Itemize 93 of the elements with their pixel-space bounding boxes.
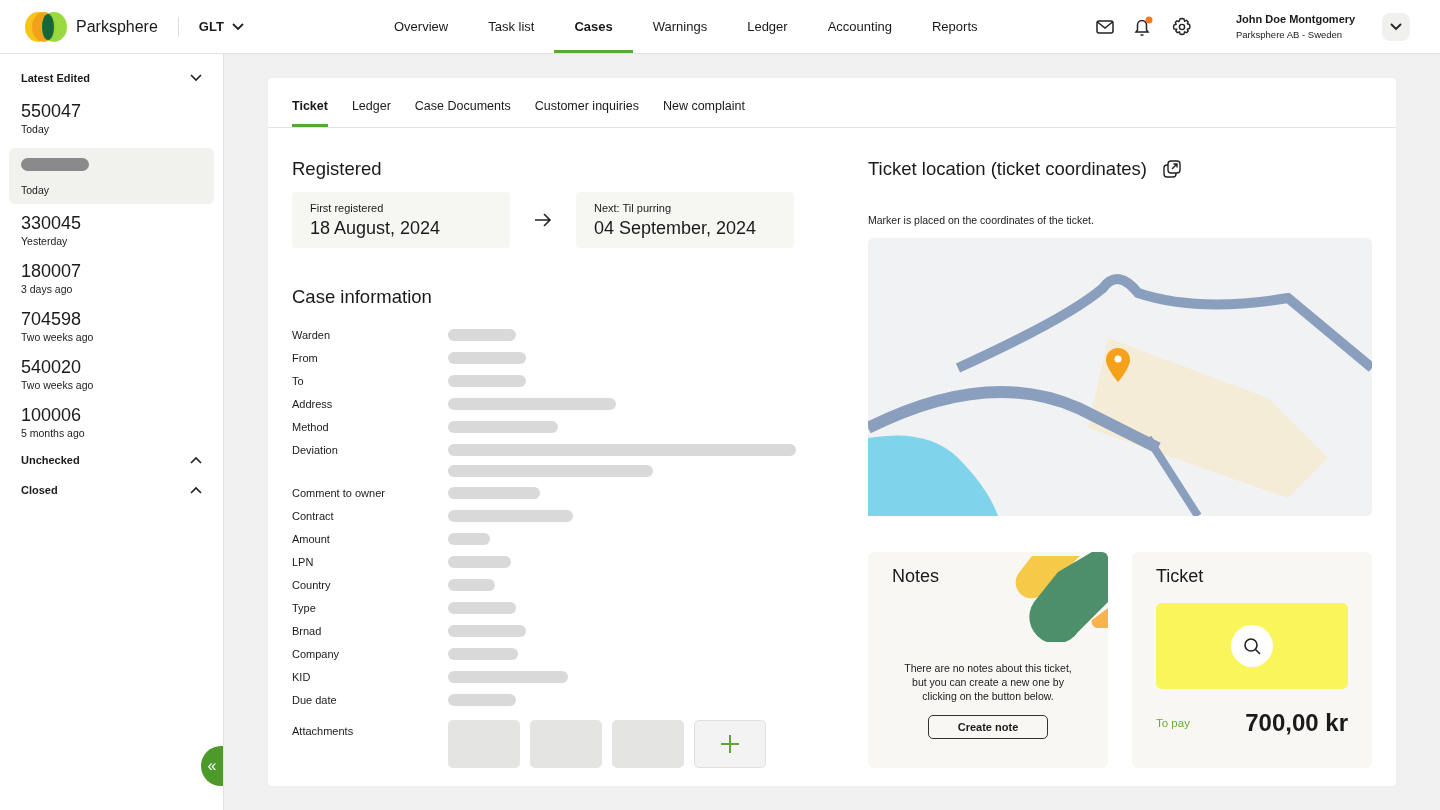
field-label: Brnad <box>292 624 323 638</box>
field-label: To <box>292 374 305 388</box>
field-label: Contract <box>292 509 335 523</box>
logo-icon <box>24 10 68 43</box>
to-pay-label: To pay <box>1156 717 1190 729</box>
section-title: Case information <box>292 286 433 308</box>
tab[interactable]: Ticket <box>292 99 328 127</box>
nav-tab[interactable]: Reports <box>912 0 998 53</box>
case-number: 550047 <box>21 101 83 122</box>
tab[interactable]: Case Documents <box>414 99 511 127</box>
bell-icon[interactable] <box>1132 15 1154 38</box>
user-company: Parksphere AB - Sweden <box>1236 29 1344 40</box>
field-label: Type <box>292 601 317 615</box>
placeholder-bar <box>448 329 516 341</box>
case-time: Today <box>21 123 51 135</box>
case-number: 330045 <box>21 213 83 234</box>
section-header[interactable]: Unchecked <box>9 448 214 472</box>
nav-tab[interactable]: Accounting <box>807 0 912 53</box>
redacted-bar <box>21 158 89 171</box>
zoom-button[interactable] <box>1231 625 1273 667</box>
case-time: Two weeks ago <box>21 379 95 391</box>
section-title: Registered <box>292 158 383 180</box>
field-label: Company <box>292 647 341 661</box>
user-name: John Doe Montgomery <box>1236 13 1357 25</box>
field-label: Attachments <box>292 724 355 738</box>
case-number: 704598 <box>21 309 83 330</box>
case-time: 3 days ago <box>21 283 74 295</box>
case-item[interactable]: 550047 Today <box>9 96 214 144</box>
field-label: Method <box>292 420 330 434</box>
tab[interactable]: Customer inquiries <box>534 99 639 127</box>
nav-tab[interactable]: Warnings <box>632 0 728 53</box>
field-label: Comment to owner <box>292 486 386 500</box>
case-time: Today <box>21 184 51 196</box>
field-label: Country <box>292 578 332 592</box>
arrow-right-icon <box>534 213 552 227</box>
field-label: KID <box>292 670 312 684</box>
placeholder-bar <box>448 533 490 545</box>
placeholder-bar <box>448 556 511 568</box>
case-item[interactable]: 180007 3 days ago <box>9 256 214 304</box>
brand-name: Parksphere <box>76 17 158 36</box>
mail-icon[interactable] <box>1096 19 1114 34</box>
chevron-down-icon <box>190 74 202 82</box>
case-time: 5 months ago <box>21 427 86 439</box>
chevron-down-icon <box>1390 22 1402 31</box>
case-item[interactable]: 100006 5 months ago <box>9 400 214 448</box>
case-number: 100006 <box>21 405 83 426</box>
user-menu-button[interactable] <box>1382 12 1410 41</box>
case-time: Yesterday <box>21 235 69 247</box>
collapse-sidebar-button[interactable]: « <box>201 746 223 786</box>
search-icon <box>1243 637 1261 655</box>
case-item[interactable]: 330045 Yesterday <box>9 208 214 256</box>
placeholder-bar <box>448 602 516 614</box>
settings-icon[interactable] <box>1172 16 1192 37</box>
date-label: First registered <box>310 202 385 214</box>
case-item[interactable]: 704598 Two weeks ago <box>9 304 214 352</box>
field-label: Warden <box>292 328 332 342</box>
card-title: Ticket <box>1156 566 1205 587</box>
organization-selector[interactable]: GLT <box>198 19 244 34</box>
create-note-button[interactable]: Create note <box>928 715 1048 739</box>
section-header[interactable]: Closed <box>9 478 214 502</box>
field-label: Amount <box>292 532 331 546</box>
section-title: Ticket location (ticket coordinates) <box>868 158 1147 180</box>
chevron-down-icon <box>231 22 244 31</box>
tab[interactable]: New complaint <box>662 99 745 127</box>
field-label: Due date <box>292 693 338 707</box>
field-label: Address <box>292 397 334 411</box>
case-number: 540020 <box>21 357 83 378</box>
plus-icon <box>720 734 740 754</box>
external-link-icon[interactable] <box>1163 160 1181 178</box>
placeholder-bar <box>448 694 516 706</box>
placeholder-bar <box>448 579 495 591</box>
nav-tab[interactable]: Overview <box>374 0 469 53</box>
date-value: 18 August, 2024 <box>310 218 442 239</box>
date-label: Next: Til purring <box>594 202 673 214</box>
empty-notes-message: There are no notes about this ticket, but you can create a new one by clicking on the button below. <box>903 661 1073 703</box>
chevron-up-icon <box>190 456 202 464</box>
placeholder-bar <box>448 648 518 660</box>
case-time: Two weeks ago <box>21 331 95 343</box>
amount: 700,00 kr <box>1245 709 1348 737</box>
field-label: Deviation <box>292 443 339 457</box>
chevron-up-icon <box>190 486 202 494</box>
case-item[interactable]: Today <box>9 148 214 204</box>
case-item[interactable]: 540020 Two weeks ago <box>9 352 214 400</box>
map-caption: Marker is placed on the coordinates of the ticket. <box>868 214 1095 226</box>
date-value: 04 September, 2024 <box>594 218 758 239</box>
tab[interactable]: Ledger <box>351 99 391 127</box>
case-number: 180007 <box>21 261 83 282</box>
card-title: Notes <box>892 566 941 587</box>
field-label: From <box>292 351 319 365</box>
section-header[interactable]: Latest Edited <box>9 66 214 90</box>
nav-tab[interactable]: Task list <box>468 0 555 53</box>
nav-tab[interactable]: Ledger <box>727 0 808 53</box>
field-label: LPN <box>292 555 315 569</box>
